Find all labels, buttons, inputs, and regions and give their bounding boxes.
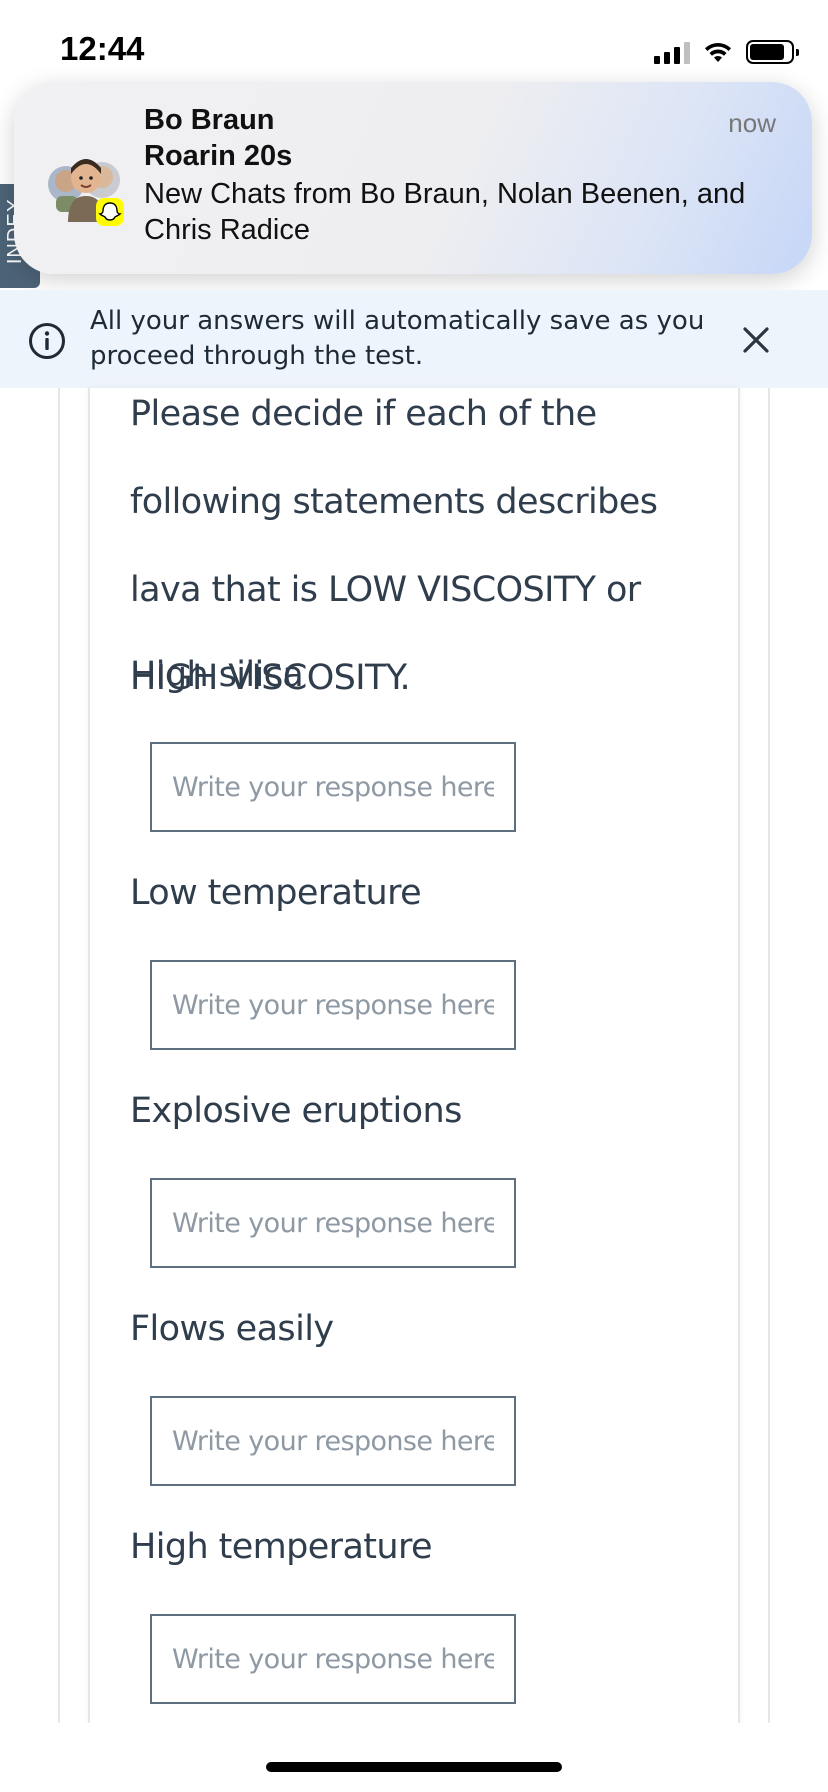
item-label-flows-easily: Flows easily — [130, 1309, 334, 1349]
status-icons — [654, 36, 799, 64]
wifi-icon — [705, 42, 731, 62]
response-input-explosive-eruptions[interactable] — [150, 1178, 516, 1268]
close-banner-icon[interactable] — [738, 322, 774, 358]
home-indicator[interactable] — [266, 1762, 562, 1772]
item-label-high-temperature: High temperature — [130, 1527, 433, 1567]
item-label-low-temperature: Low temperature — [130, 873, 422, 913]
response-input-high-temperature[interactable] — [150, 1614, 516, 1704]
info-icon — [29, 323, 65, 359]
cellular-signal-icon — [654, 42, 690, 64]
item-label-explosive-eruptions: Explosive eruptions — [130, 1091, 462, 1131]
battery-icon — [746, 40, 799, 64]
notification-title: Bo Braun — [144, 104, 275, 136]
bitmoji-avatar-icon — [48, 159, 124, 226]
autosave-banner-text: All your answers will automatically save… — [90, 306, 705, 371]
notification-subtitle: Roarin 20s — [144, 140, 293, 172]
notification-time: now — [728, 108, 776, 138]
bottom-safe-area — [0, 1723, 828, 1792]
item-label-high-silica: High silica — [130, 655, 304, 695]
notification-body: New Chats from Bo Braun, Nolan Beenen, a… — [144, 178, 746, 246]
push-notification[interactable]: Bo Braun Roarin 20s New Chats from Bo Br… — [14, 82, 812, 274]
status-time: 12:44 — [60, 30, 145, 67]
response-input-low-temperature[interactable] — [150, 960, 516, 1050]
response-input-flows-easily[interactable] — [150, 1396, 516, 1486]
response-input-high-silica[interactable] — [150, 742, 516, 832]
